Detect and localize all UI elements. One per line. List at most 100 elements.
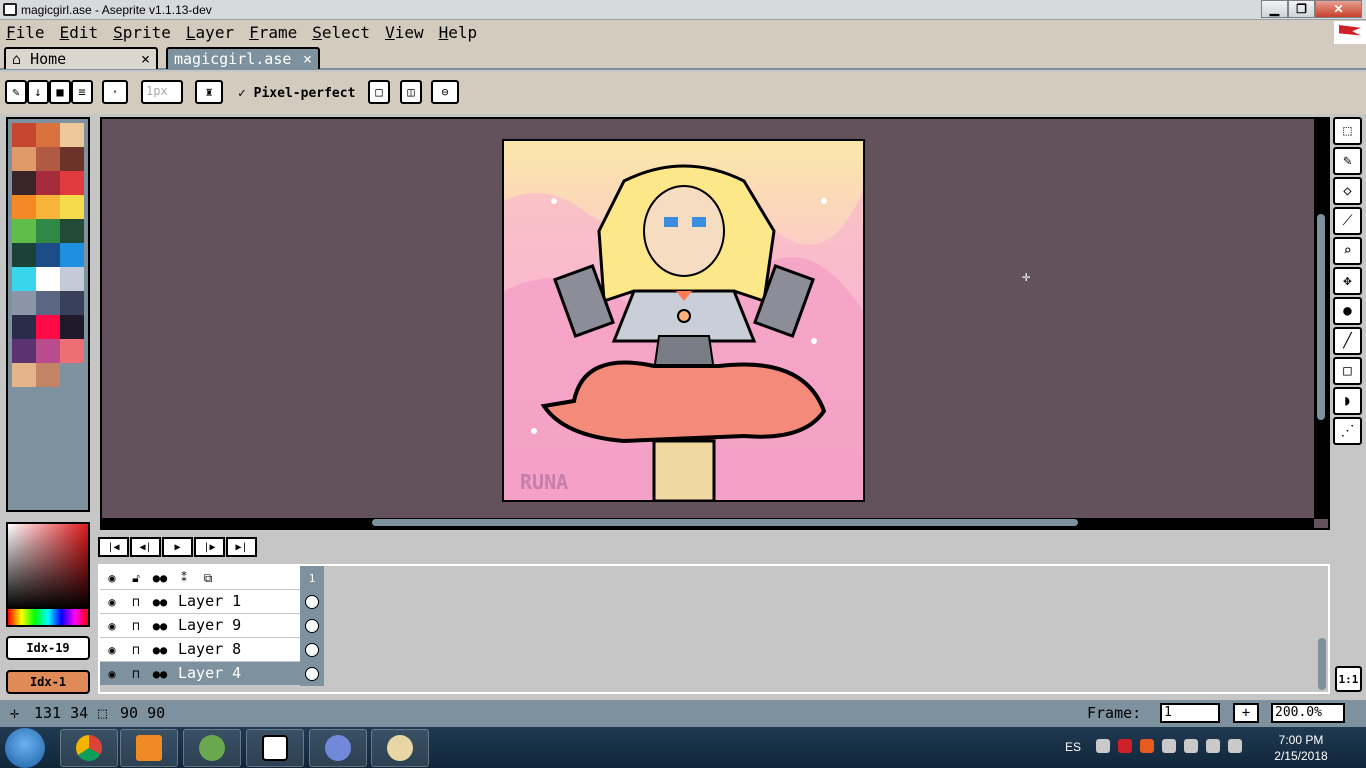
lock-icon[interactable]: ⊓ — [124, 614, 148, 638]
palette-swatch[interactable] — [12, 123, 36, 147]
zoom-input[interactable]: 200.0% — [1271, 703, 1345, 723]
editor-vertical-scrollbar[interactable] — [1314, 119, 1328, 519]
sprite-canvas[interactable]: RUNA — [502, 139, 865, 502]
gmail-icon[interactable] — [1118, 739, 1132, 753]
tab-home-close-button[interactable]: × — [141, 49, 150, 69]
clock[interactable]: 7:00 PM 2/15/2018 — [1266, 732, 1336, 764]
palette-swatch[interactable] — [12, 219, 36, 243]
aseprite-taskbar-button[interactable] — [246, 729, 304, 767]
selection-mode-subtract-icon[interactable]: ⊖ — [431, 80, 459, 104]
menu-layer[interactable]: Layer — [186, 23, 234, 42]
eye-icon[interactable]: ◉ — [100, 614, 124, 638]
menu-help[interactable]: Help — [439, 23, 478, 42]
palette-swatch[interactable] — [36, 147, 60, 171]
palette-swatch[interactable] — [36, 243, 60, 267]
network-icon[interactable] — [1228, 739, 1242, 753]
palette-swatch[interactable] — [12, 147, 36, 171]
eye-icon[interactable]: ◉ — [100, 590, 124, 614]
palette-swatch[interactable] — [60, 315, 84, 339]
onion-skin-icon[interactable]: ●● — [148, 614, 172, 638]
palette-swatch[interactable] — [60, 195, 84, 219]
frame-header-1[interactable]: 1 — [300, 566, 324, 590]
palette-swatch[interactable] — [60, 291, 84, 315]
palette-swatch[interactable] — [36, 363, 60, 387]
previous-frame-icon[interactable]: ◀| — [130, 537, 161, 557]
palette-swatch[interactable] — [36, 219, 60, 243]
palette-swatch[interactable] — [60, 339, 84, 363]
editor-horizontal-scroll-thumb[interactable] — [372, 519, 1078, 526]
frame-input[interactable]: 1 — [1160, 703, 1220, 723]
lock-icon[interactable]: ⊓ — [124, 662, 148, 686]
media-player-taskbar-button[interactable] — [120, 729, 178, 767]
discord-taskbar-button[interactable] — [309, 729, 367, 767]
list-icon[interactable]: ≡ — [71, 80, 93, 104]
onion-skin-icon[interactable]: ●● — [148, 566, 172, 590]
color-saturation-value-area[interactable] — [8, 524, 88, 609]
copy-icon[interactable]: ■ — [49, 80, 71, 104]
close-window-button[interactable]: ✕ — [1315, 0, 1362, 18]
new-layer-icon[interactable]: ⧉ — [196, 566, 220, 590]
palette-swatch[interactable] — [60, 171, 84, 195]
tab-magicgirl-close-button[interactable]: × — [303, 49, 312, 69]
menu-frame[interactable]: Frame — [249, 23, 297, 42]
menu-view[interactable]: View — [385, 23, 424, 42]
palette-swatch[interactable] — [36, 267, 60, 291]
layer-name[interactable]: Layer 4 — [174, 662, 298, 685]
palette-swatch[interactable] — [36, 315, 60, 339]
editor-horizontal-scrollbar[interactable] — [102, 518, 1314, 528]
link-cels-icon[interactable]: ⁑ — [172, 566, 196, 590]
cel[interactable] — [300, 662, 324, 686]
eye-icon[interactable]: ◉ — [100, 662, 124, 686]
paint-taskbar-button[interactable] — [371, 729, 429, 767]
palette-swatch[interactable] — [12, 291, 36, 315]
palette-swatch[interactable] — [60, 147, 84, 171]
security-icon[interactable] — [1162, 739, 1176, 753]
ink-type-icon[interactable]: ♜ — [195, 80, 223, 104]
menu-file[interactable]: File — [6, 23, 45, 42]
paint-bucket-icon[interactable]: ● — [1333, 297, 1362, 325]
minimize-button[interactable]: ▁ — [1261, 0, 1288, 18]
contour-icon[interactable]: ◗ — [1333, 387, 1362, 415]
blur-icon[interactable]: ⋰ — [1333, 417, 1362, 445]
pixel-perfect-checkbox[interactable]: ✓ Pixel-perfect — [238, 86, 355, 101]
palette-swatch[interactable] — [60, 267, 84, 291]
eye-icon[interactable]: ◉ — [100, 566, 124, 590]
menu-select[interactable]: Select — [312, 23, 370, 42]
cel[interactable] — [300, 638, 324, 662]
palette-swatch[interactable] — [12, 195, 36, 219]
cel[interactable] — [300, 590, 324, 614]
layer-name[interactable]: Layer 1 — [174, 590, 298, 613]
palette-swatch[interactable] — [12, 339, 36, 363]
language-indicator[interactable]: ES — [1065, 740, 1081, 754]
palette-swatch[interactable] — [36, 339, 60, 363]
paste-icon[interactable]: ✎ — [5, 80, 27, 104]
lock-icon[interactable]: ⊓ — [124, 590, 148, 614]
play-icon[interactable]: ▶ — [162, 537, 193, 557]
layer-row[interactable]: ◉ ⊓ ●● Layer 9 — [100, 614, 324, 638]
palette-swatch[interactable] — [12, 171, 36, 195]
onion-skin-icon[interactable]: ●● — [148, 662, 172, 686]
palette-swatch[interactable] — [36, 195, 60, 219]
last-frame-icon[interactable]: ▶| — [226, 537, 257, 557]
background-color-button[interactable]: Idx-1 — [6, 670, 90, 694]
menu-edit[interactable]: Edit — [60, 23, 99, 42]
eraser-icon[interactable]: ◇ — [1333, 177, 1362, 205]
rectangle-icon[interactable]: □ — [1333, 357, 1362, 385]
palette-swatch[interactable] — [36, 171, 60, 195]
volume-icon[interactable] — [1206, 739, 1220, 753]
layer-name[interactable]: Layer 8 — [174, 638, 298, 661]
foreground-color-button[interactable]: Idx-19 — [6, 636, 90, 660]
arrow-down-icon[interactable]: ↓ — [27, 80, 49, 104]
menu-sprite[interactable]: Sprite — [113, 23, 171, 42]
palette-swatch[interactable] — [36, 123, 60, 147]
eye-icon[interactable]: ◉ — [100, 638, 124, 662]
palette-swatch[interactable] — [36, 291, 60, 315]
sprite-editor[interactable]: RUNA ✛ — [100, 117, 1330, 530]
palette-swatch[interactable] — [12, 267, 36, 291]
layer-row[interactable]: ◉ ⊓ ●● Layer 8 — [100, 638, 324, 662]
palette-swatch[interactable] — [60, 123, 84, 147]
palette-swatch[interactable] — [60, 243, 84, 267]
show-hidden-icons-icon[interactable] — [1096, 739, 1110, 753]
palette-swatch[interactable] — [60, 219, 84, 243]
onion-skin-icon[interactable]: ●● — [148, 638, 172, 662]
